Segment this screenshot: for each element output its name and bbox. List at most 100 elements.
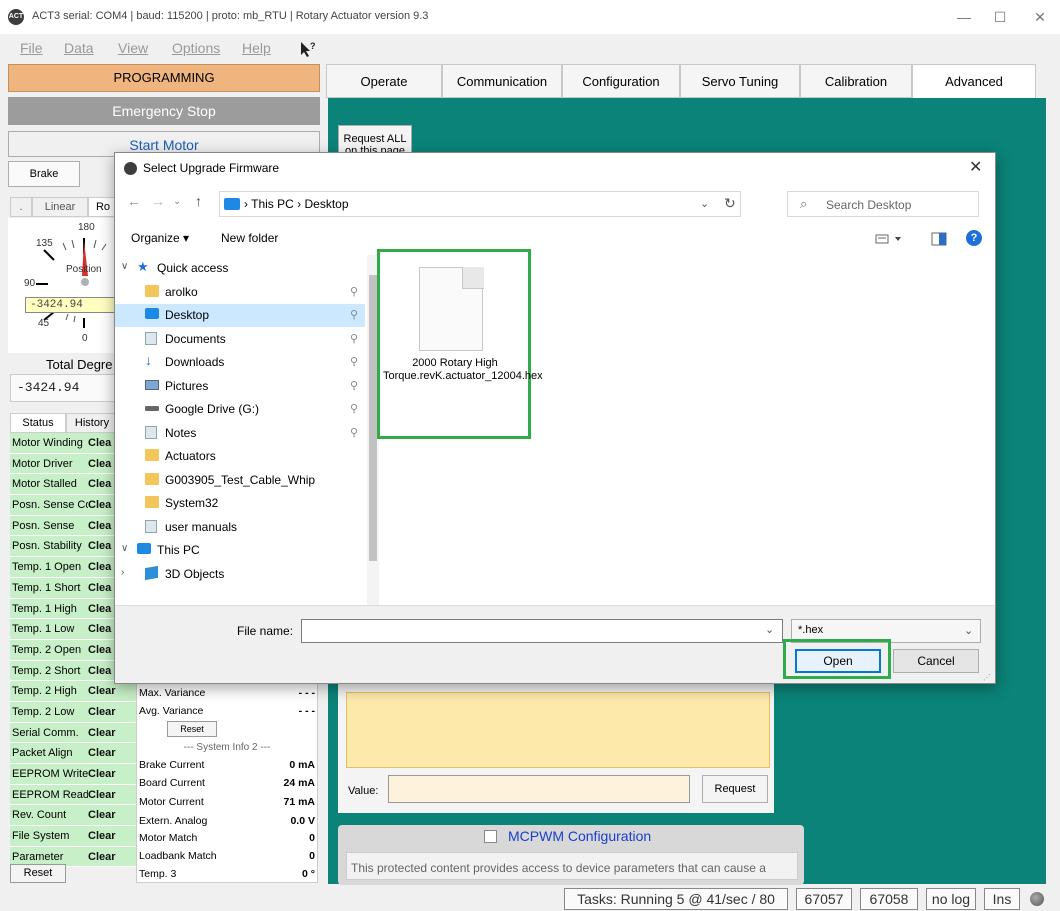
tab-communication[interactable]: Communication xyxy=(442,64,562,98)
resize-grip-icon[interactable]: ⋰ xyxy=(983,673,991,682)
nav-item[interactable]: ∨ ★ Quick access xyxy=(115,257,365,280)
main-scrollbar[interactable] xyxy=(1048,98,1060,884)
nav-item[interactable]: ∨ This PC xyxy=(115,539,365,562)
desktop-icon xyxy=(145,308,159,319)
status-value: Clear xyxy=(88,809,116,822)
3d-objects-icon xyxy=(145,565,158,580)
tab-servo-tuning[interactable]: Servo Tuning xyxy=(680,64,800,98)
status-row: File System Clear xyxy=(10,826,136,847)
breadcrumb-desktop[interactable]: Desktop xyxy=(304,197,348,211)
pin-icon[interactable]: ⚲ xyxy=(350,285,358,298)
pin-icon[interactable]: ⚲ xyxy=(350,308,358,321)
status-row: Temp. 2 High Clear xyxy=(10,681,136,702)
total-degrees-value: -3424.94 xyxy=(10,374,120,402)
expand-chevron-icon[interactable]: ∨ xyxy=(121,543,128,554)
address-bar[interactable]: › This PC › Desktop ⌄ ↻ xyxy=(219,191,741,217)
view-options-icon[interactable] xyxy=(875,233,905,245)
loadbank-match-row: Loadbank Match 0 xyxy=(139,850,315,862)
new-folder-button[interactable]: New folder xyxy=(221,231,278,245)
nav-item[interactable]: arolko ⚲ xyxy=(115,281,365,304)
nav-item-label: Pictures xyxy=(165,378,209,393)
tab-status[interactable]: Status xyxy=(10,413,66,433)
close-button[interactable]: ✕ xyxy=(1020,6,1060,28)
nav-item[interactable]: Desktop ⚲ xyxy=(115,304,365,327)
menu-data[interactable]: Data xyxy=(64,40,94,56)
file-name-input[interactable] xyxy=(301,619,783,643)
emergency-stop-button[interactable]: Emergency Stop xyxy=(8,97,320,125)
value-request-button[interactable]: Request xyxy=(702,775,768,803)
file-name-dropdown-icon[interactable]: ⌄ xyxy=(765,623,774,636)
help-icon[interactable]: ? xyxy=(966,230,982,246)
up-arrow-icon[interactable]: ↑ xyxy=(195,193,202,209)
tab-calibration[interactable]: Calibration xyxy=(800,64,912,98)
system-info-2-header: --- System Info 2 --- xyxy=(183,742,271,753)
main-tabs: Operate Communication Configuration Serv… xyxy=(326,64,1060,98)
tab-configuration[interactable]: Configuration xyxy=(562,64,680,98)
back-arrow-icon[interactable]: ← xyxy=(127,193,141,209)
menu-file[interactable]: File xyxy=(20,40,43,56)
brake-button[interactable]: Brake xyxy=(8,161,80,187)
nav-item[interactable]: Notes ⚲ xyxy=(115,422,365,445)
select-firmware-dialog: Select Upgrade Firmware ✕ ← → ⌄ ↑ › This… xyxy=(114,152,996,684)
nav-item[interactable]: Actuators xyxy=(115,445,365,468)
gauge-tab-linear[interactable]: Linear xyxy=(32,197,88,217)
status-value: Clear xyxy=(88,747,116,760)
status-reset-button[interactable]: Reset xyxy=(10,864,66,883)
expand-chevron-icon[interactable]: › xyxy=(121,567,124,578)
menu-view[interactable]: View xyxy=(118,40,148,56)
expand-chevron-icon[interactable]: ∨ xyxy=(121,261,128,272)
quick-access-star-icon: ★ xyxy=(137,259,149,274)
navigation-scroll-thumb[interactable] xyxy=(369,275,377,561)
menu-help[interactable]: Help xyxy=(242,40,271,56)
address-dropdown-icon[interactable]: ⌄ xyxy=(700,197,709,210)
pin-icon[interactable]: ⚲ xyxy=(350,355,358,368)
organize-button[interactable]: Organize ▾ xyxy=(131,231,189,245)
nav-item[interactable]: › 3D Objects xyxy=(115,563,365,586)
gauge-tab-dot[interactable]: . xyxy=(10,197,32,217)
programming-button[interactable]: PROGRAMMING xyxy=(8,64,320,92)
search-input[interactable]: Search Desktop xyxy=(826,198,911,212)
tab-history[interactable]: History xyxy=(66,413,118,433)
pin-icon[interactable]: ⚲ xyxy=(350,379,358,392)
tab-operate[interactable]: Operate xyxy=(326,64,442,98)
pin-icon[interactable]: ⚲ xyxy=(350,426,358,439)
nav-item[interactable]: System32 xyxy=(115,492,365,515)
value-input[interactable] xyxy=(388,775,690,803)
nav-item[interactable]: Pictures ⚲ xyxy=(115,375,365,398)
gauge-label-135: 135 xyxy=(36,238,53,249)
breadcrumb-this-pc[interactable]: This PC xyxy=(251,197,294,211)
status-value: Clea xyxy=(88,602,112,615)
preview-pane-icon[interactable] xyxy=(931,232,947,246)
file-icon[interactable] xyxy=(419,267,484,351)
nav-item[interactable]: ↓ Downloads ⚲ xyxy=(115,351,365,374)
minimize-button[interactable]: — xyxy=(944,6,984,28)
nav-item[interactable]: G003905_Test_Cable_Whip xyxy=(115,469,365,492)
gauge-label-180: 180 xyxy=(78,222,95,233)
open-button[interactable]: Open xyxy=(795,649,881,673)
nav-item[interactable]: user manuals xyxy=(115,516,365,539)
nav-item[interactable]: Google Drive (G:) ⚲ xyxy=(115,398,365,421)
context-help-icon[interactable]: ? xyxy=(298,40,316,58)
connection-led-icon xyxy=(1030,892,1044,906)
forward-arrow-icon[interactable]: → xyxy=(151,193,165,209)
pin-icon[interactable]: ⚲ xyxy=(350,332,358,345)
cancel-button[interactable]: Cancel xyxy=(893,649,979,673)
tab-advanced[interactable]: Advanced xyxy=(912,64,1036,98)
recent-chevron-icon[interactable]: ⌄ xyxy=(173,196,181,207)
menu-options[interactable]: Options xyxy=(172,40,220,56)
nav-item[interactable]: Documents ⚲ xyxy=(115,328,365,351)
mcpwm-checkbox[interactable] xyxy=(484,830,497,843)
variance-reset-button[interactable]: Reset xyxy=(167,721,217,737)
mcpwm-title: MCPWM Configuration xyxy=(508,828,652,844)
nav-item-label: Notes xyxy=(165,425,197,440)
tasks-status: Tasks: Running 5 @ 41/sec / 80 xyxy=(564,888,788,910)
status-value: Clea xyxy=(88,519,112,532)
dialog-close-icon[interactable]: ✕ xyxy=(969,157,982,177)
pin-icon[interactable]: ⚲ xyxy=(350,402,358,415)
maximize-button[interactable]: ☐ xyxy=(980,6,1020,28)
folder-icon xyxy=(145,472,159,485)
refresh-icon[interactable]: ↻ xyxy=(724,195,736,212)
search-box[interactable]: ⌕ Search Desktop xyxy=(787,191,979,217)
log-status[interactable]: no log xyxy=(926,888,976,910)
firmware-file-name[interactable]: 2000 Rotary High Torque.revK.actuator_12… xyxy=(383,357,543,383)
